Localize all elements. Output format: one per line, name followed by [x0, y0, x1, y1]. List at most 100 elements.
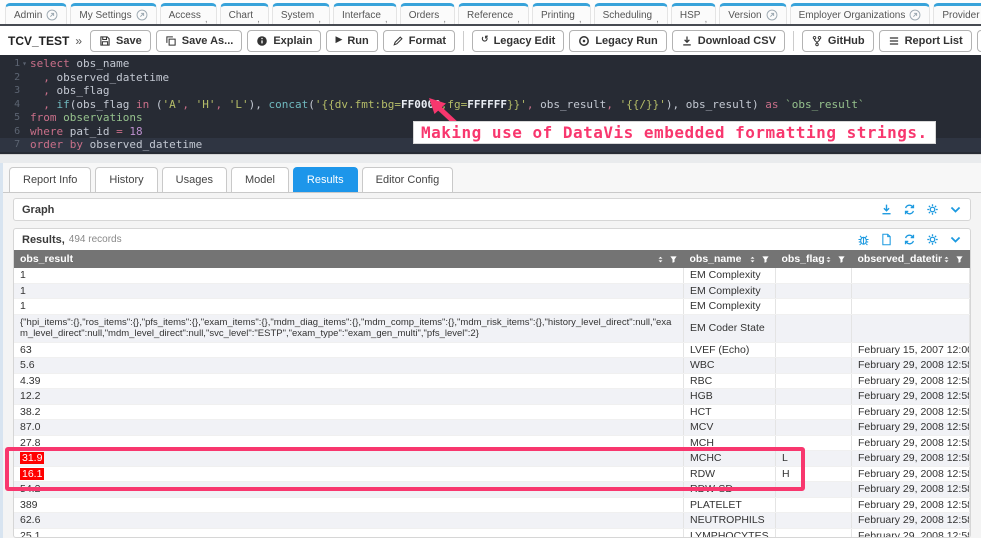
tab-history[interactable]: History — [95, 167, 157, 192]
menu-item-label: My Settings — [79, 10, 131, 21]
fold-icon[interactable]: ▾ — [22, 59, 27, 68]
dropdown-indicator-icon: , — [205, 14, 208, 25]
table-row[interactable]: 4.39 RBC February 29, 2008 12:58 PM — [14, 373, 970, 389]
cell-observed-datetime: February 29, 2008 12:58 PM — [852, 513, 970, 529]
run-button[interactable]: ▶Run — [326, 30, 377, 52]
menu-item-chart[interactable]: Chart, — [220, 3, 269, 24]
menu-item-label: Employer Organizations — [799, 10, 906, 21]
line-number: 5 — [0, 111, 30, 125]
tab-results[interactable]: Results — [293, 167, 358, 192]
table-row[interactable]: 38.2 HCT February 29, 2008 12:58 PM — [14, 404, 970, 420]
table-row[interactable]: 16.1 RDW H February 29, 2008 12:58 PM — [14, 466, 970, 482]
table-row[interactable]: 1 EM Complexity — [14, 268, 970, 283]
cell-observed-datetime — [852, 299, 970, 315]
legacy-edit-icon: ↺ — [481, 36, 489, 45]
table-row[interactable]: 62.6 NEUTROPHILS February 29, 2008 12:58… — [14, 513, 970, 529]
table-row[interactable]: 12.2 HGB February 29, 2008 12:58 PM — [14, 389, 970, 405]
tab-model[interactable]: Model — [231, 167, 289, 192]
menu-item-provider-management[interactable]: Provider Management — [933, 3, 981, 24]
gear-icon[interactable] — [926, 203, 939, 216]
menu-item-scheduling[interactable]: Scheduling, — [594, 3, 668, 24]
sort-icon[interactable] — [748, 255, 757, 264]
menu-item-my-settings[interactable]: My Settings — [70, 3, 156, 24]
table-row[interactable]: 1 EM Complexity — [14, 283, 970, 299]
cell-obs-name: LVEF (Echo) — [684, 342, 776, 358]
cell-obs-result: 62.6 — [14, 513, 684, 529]
format-button[interactable]: Format — [383, 30, 455, 52]
toolbar-buttons: Save Save As... Explain ▶Run Format ↺Leg… — [90, 30, 973, 52]
menu-item-admin[interactable]: Admin — [5, 3, 67, 24]
cell-obs-name: HCT — [684, 404, 776, 420]
table-row[interactable]: 63 LVEF (Echo) February 15, 2007 12:00 A… — [14, 342, 970, 358]
column-header-observed_datetime[interactable]: observed_datetime — [852, 250, 970, 268]
filter-icon[interactable] — [955, 255, 964, 264]
table-row[interactable]: 87.0 MCV February 29, 2008 12:58 PM — [14, 420, 970, 436]
save-button[interactable]: Save — [90, 30, 151, 52]
tab-editor-config[interactable]: Editor Config — [362, 167, 454, 192]
table-row[interactable]: 27.8 MCH February 29, 2008 12:58 PM — [14, 435, 970, 451]
refresh-icon[interactable] — [903, 203, 916, 216]
download-icon[interactable] — [880, 203, 893, 216]
format-icon — [392, 35, 404, 47]
sort-icon[interactable] — [824, 255, 833, 264]
bug-icon[interactable] — [857, 233, 870, 246]
filter-icon[interactable] — [669, 255, 678, 264]
filter-icon[interactable] — [837, 255, 846, 264]
menu-item-employer-organizations[interactable]: Employer Organizations — [790, 3, 931, 24]
chevron-down-icon[interactable] — [949, 233, 962, 246]
table-row[interactable]: 5.6 WBC February 29, 2008 12:58 PM — [14, 358, 970, 374]
refresh-icon[interactable] — [903, 233, 916, 246]
toolbar: TCV_TEST » Save Save As... Explain ▶Run … — [0, 26, 981, 55]
code-line-3: 3 , obs_flag — [0, 84, 981, 98]
menu-item-system[interactable]: System, — [272, 3, 330, 24]
tab-report-info[interactable]: Report Info — [9, 167, 91, 192]
menu-item-version[interactable]: Version — [719, 3, 786, 24]
cell-obs-name: NEUTROPHILS — [684, 513, 776, 529]
explain-button[interactable]: Explain — [247, 30, 321, 52]
column-header-obs_name[interactable]: obs_name — [684, 250, 776, 268]
menu-item-hsp[interactable]: HSP, — [671, 3, 716, 24]
menu-item-interface[interactable]: Interface, — [333, 3, 397, 24]
external-link-icon — [136, 9, 148, 21]
sql-editor[interactable]: 1▾ select obs_name 2 , observed_datetime… — [0, 55, 981, 154]
model-button[interactable]: Model — [977, 30, 981, 52]
sort-icon[interactable] — [942, 255, 951, 264]
sort-icon[interactable] — [656, 255, 665, 264]
tab-usages[interactable]: Usages — [162, 167, 227, 192]
menu-item-orders[interactable]: Orders, — [400, 3, 455, 24]
report-name[interactable]: TCV_TEST — [8, 34, 69, 48]
cell-obs-result: 63 — [14, 342, 684, 358]
cell-obs-result: 5.6 — [14, 358, 684, 374]
column-header-obs_flag[interactable]: obs_flag — [776, 250, 852, 268]
save-as-button[interactable]: Save As... — [156, 30, 243, 52]
results-record-count: 494 records — [69, 234, 122, 245]
table-row[interactable]: {"hpi_items":{},"ros_items":{},"pfs_item… — [14, 314, 970, 342]
download-csv-button[interactable]: Download CSV — [672, 30, 785, 52]
legacy-edit-button[interactable]: ↺Legacy Edit — [472, 30, 564, 52]
column-header-obs_result[interactable]: obs_result — [14, 250, 684, 268]
menu-item-label: System — [281, 10, 314, 21]
chevron-down-icon[interactable] — [949, 203, 962, 216]
table-row[interactable]: 389 PLATELET February 29, 2008 12:58 PM — [14, 497, 970, 513]
menu-item-reference[interactable]: Reference, — [458, 3, 529, 24]
cell-obs-flag — [776, 513, 852, 529]
github-button[interactable]: GitHub — [802, 30, 874, 52]
cell-obs-result: 389 — [14, 497, 684, 513]
legacy-run-icon — [578, 35, 590, 47]
graph-panel-title: Graph — [22, 204, 54, 216]
table-row[interactable]: 54.2 RDW-SD February 29, 2008 12:58 PM — [14, 482, 970, 498]
menu-item-label: Interface — [342, 10, 381, 21]
filter-icon[interactable] — [761, 255, 770, 264]
cell-observed-datetime: February 29, 2008 12:58 PM — [852, 404, 970, 420]
table-row[interactable]: 1 EM Complexity — [14, 299, 970, 315]
report-list-button[interactable]: Report List — [879, 30, 972, 52]
file-icon[interactable] — [880, 233, 893, 246]
lower-pane: Report InfoHistoryUsagesModelResultsEdit… — [0, 163, 981, 538]
menu-item-printing[interactable]: Printing, — [532, 3, 591, 24]
gear-icon[interactable] — [926, 233, 939, 246]
menu-item-access[interactable]: Access, — [160, 3, 217, 24]
table-row[interactable]: 31.9 MCHC L February 29, 2008 12:58 PM — [14, 451, 970, 467]
table-row[interactable]: 25.1 LYMPHOCYTES February 29, 2008 12:58… — [14, 528, 970, 538]
dropdown-indicator-icon: , — [704, 14, 707, 25]
legacy-run-button[interactable]: Legacy Run — [569, 30, 666, 52]
